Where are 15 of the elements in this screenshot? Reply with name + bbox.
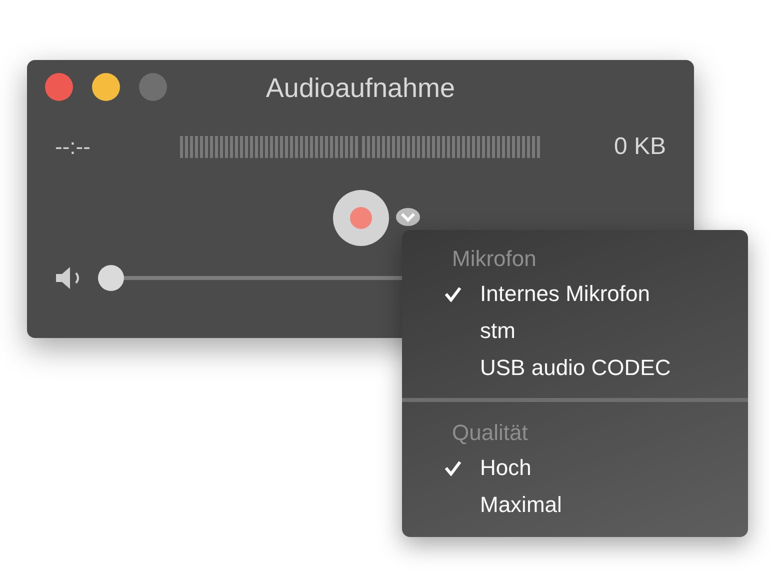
close-button[interactable] <box>45 73 73 101</box>
menu-item[interactable]: stm <box>402 312 748 349</box>
minimize-button[interactable] <box>92 73 120 101</box>
file-size: 0 KB <box>614 133 666 161</box>
menu-section-header: Qualität <box>451 419 529 447</box>
window-title: Audioaufnahme <box>266 72 456 104</box>
chevron-icon[interactable] <box>395 207 421 227</box>
checkmark-icon <box>444 286 462 302</box>
checkmark-icon <box>444 460 462 476</box>
menu-item[interactable]: Maximal <box>402 486 748 523</box>
menu-item[interactable]: Internes Mikrofon <box>402 275 748 312</box>
menu-item[interactable]: USB audio CODEC <box>402 349 748 386</box>
elapsed-time: --:-- <box>55 134 92 160</box>
menu-item[interactable]: Hoch <box>402 449 748 486</box>
menu-section-header: Mikrofon <box>451 245 538 273</box>
